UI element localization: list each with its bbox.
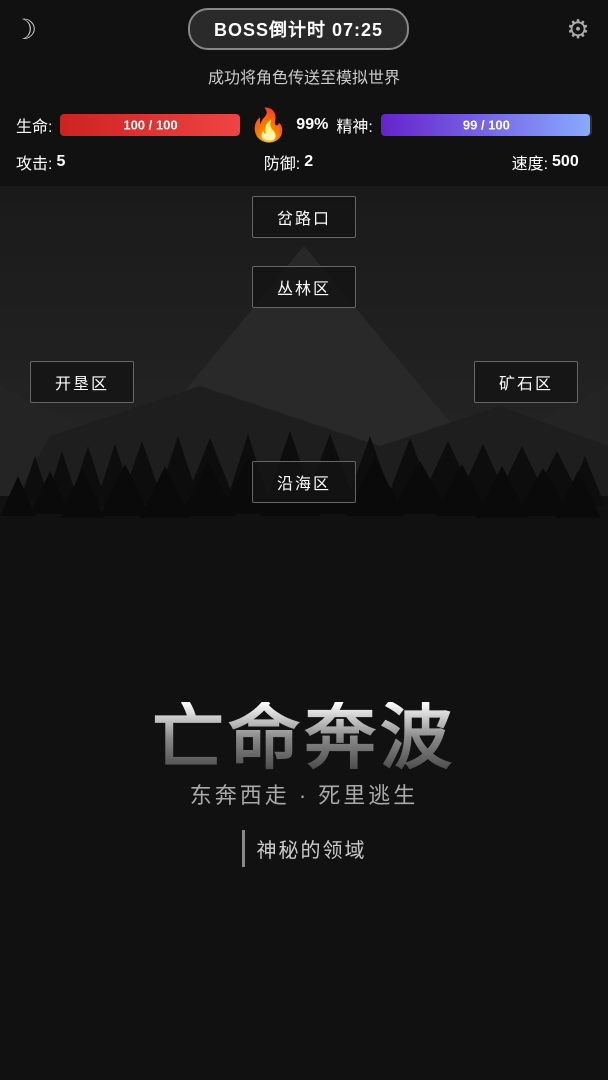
hp-percent: 99% <box>296 116 328 134</box>
mp-label: 精神: <box>336 113 372 137</box>
atk-stat: 攻击: 5 <box>16 150 96 174</box>
atk-label: 攻击: <box>16 150 52 174</box>
spd-value: 500 <box>552 153 592 171</box>
branding-section: 亡命奔波 东奔西走 · 死里逃生 神秘的领域 <box>0 686 608 867</box>
map-section: 岔路口 丛林区 开垦区 矿石区 沿海区 <box>0 186 608 686</box>
settings-icon[interactable]: ⚙ <box>560 11 596 47</box>
stats-panel: 生命: 100 / 100 🔥 99% 精神: 99 / 100 攻击: 5 防… <box>0 98 608 186</box>
def-stat: 防御: 2 <box>264 150 344 174</box>
def-value: 2 <box>304 153 344 171</box>
mystery-zone-container: 神秘的领域 <box>242 830 367 867</box>
header: ☽ BOSS倒计时 07:25 ⚙ <box>0 0 608 58</box>
coastal-button[interactable]: 沿海区 <box>252 461 356 503</box>
crossroads-button[interactable]: 岔路口 <box>252 196 356 238</box>
mine-button[interactable]: 矿石区 <box>474 361 578 403</box>
boss-timer-bar: BOSS倒计时 07:25 <box>188 8 409 50</box>
game-title-sub: 东奔西走 · 死里逃生 <box>190 778 419 810</box>
flame-icon: 🔥 <box>248 106 288 144</box>
game-title-main: 亡命奔波 <box>152 702 456 774</box>
reclaim-button[interactable]: 开垦区 <box>30 361 134 403</box>
stats-row-hp-mp: 生命: 100 / 100 🔥 99% 精神: 99 / 100 <box>16 106 592 144</box>
stats-row-2: 攻击: 5 防御: 2 速度: 500 <box>16 150 592 174</box>
spd-stat: 速度: 500 <box>512 150 592 174</box>
mp-bar-text: 99 / 100 <box>463 118 510 133</box>
hp-bar: 100 / 100 <box>60 114 240 136</box>
moon-icon: ☽ <box>12 13 37 46</box>
mp-bar: 99 / 100 <box>381 114 592 136</box>
jungle-button[interactable]: 丛林区 <box>252 266 356 308</box>
hp-label: 生命: <box>16 113 52 137</box>
status-message: 成功将角色传送至模拟世界 <box>0 58 608 98</box>
atk-value: 5 <box>56 153 96 171</box>
spd-label: 速度: <box>512 150 548 174</box>
landscape-svg <box>0 186 608 686</box>
def-label: 防御: <box>264 150 300 174</box>
mystery-zone-button[interactable]: 神秘的领域 <box>257 834 367 863</box>
hp-bar-text: 100 / 100 <box>123 118 177 133</box>
